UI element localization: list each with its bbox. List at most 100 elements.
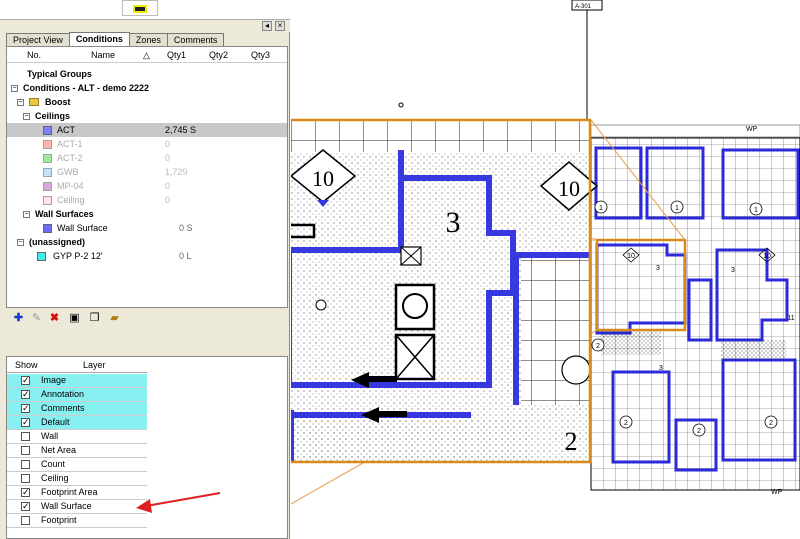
- layer-name: Footprint: [41, 515, 77, 525]
- layer-row: Count: [7, 458, 147, 472]
- layer-row: ✓ Footprint Area: [7, 486, 147, 500]
- conditions-tree: No. Name △ Qty1 Qty2 Qty3 Typical Groups…: [6, 46, 288, 308]
- layer-visibility-checkbox[interactable]: ✓: [21, 376, 30, 385]
- tree-row-ceiling-item[interactable]: Ceiling 0: [7, 193, 287, 207]
- layer-name: Net Area: [41, 445, 77, 455]
- tree-row-wall-surface[interactable]: Wall Surface 0 S: [7, 221, 287, 235]
- layer-row: Wall: [7, 430, 147, 444]
- plan-room-number: 1: [675, 205, 679, 212]
- layer-visibility-checkbox[interactable]: ✓: [21, 502, 30, 511]
- conditions-toolbar: ✚ ✎ ✖ ▣ ❐ ▰: [6, 310, 288, 328]
- layer-row: Net Area: [7, 444, 147, 458]
- delete-condition-icon[interactable]: ✖: [48, 312, 61, 325]
- layer-name: Footprint Area: [41, 487, 98, 497]
- layer-visibility-checkbox[interactable]: [21, 474, 30, 483]
- layer-name: Wall: [41, 431, 59, 441]
- tree-row-ceiling-item[interactable]: ACT-2 0: [7, 151, 287, 165]
- add-condition-icon[interactable]: ✚: [12, 312, 25, 325]
- condition-color-swatch: [37, 252, 46, 261]
- plan-room-number: 2: [769, 420, 773, 427]
- collapse-icon[interactable]: −: [17, 239, 24, 246]
- tree-row-ceiling-item[interactable]: MP-04 0: [7, 179, 287, 193]
- sheet-tag: A-301: [575, 4, 592, 10]
- tree-row-ceiling-item[interactable]: ACT-1 0: [7, 137, 287, 151]
- plan-room-number: 1: [599, 205, 603, 212]
- col-no[interactable]: No.: [27, 50, 41, 60]
- tab-zones[interactable]: Zones: [128, 33, 168, 46]
- layer-name: Image: [41, 375, 67, 385]
- condition-properties-icon[interactable]: ▣: [68, 312, 81, 325]
- plan-room-number: 1: [754, 207, 758, 214]
- col-qty1[interactable]: Qty1: [167, 50, 186, 60]
- tree-row-boost[interactable]: − Boost: [7, 95, 287, 109]
- page-thumbnail[interactable]: [122, 0, 158, 16]
- layer-row: ✓ Wall Surface: [7, 500, 147, 514]
- condition-name: GWB: [57, 167, 79, 177]
- col-qty3[interactable]: Qty3: [251, 50, 270, 60]
- zoom-room-number: 10: [558, 176, 580, 201]
- tab-comments[interactable]: Comments: [166, 33, 225, 46]
- layer-visibility-checkbox[interactable]: ✓: [21, 404, 30, 413]
- layer-visibility-checkbox[interactable]: ✓: [21, 488, 30, 497]
- col-qty2[interactable]: Qty2: [209, 50, 228, 60]
- plan-room-number: 11: [787, 315, 794, 322]
- condition-name: ACT: [57, 125, 75, 135]
- close-icon[interactable]: ×: [275, 21, 285, 31]
- tree-row-ceiling-item[interactable]: ACT 2,745 S: [7, 123, 287, 137]
- layers-header: Show Layer: [7, 359, 147, 373]
- layer-name: Comments: [41, 403, 85, 413]
- condition-color-swatch: [43, 154, 52, 163]
- condition-color-swatch: [43, 224, 52, 233]
- layer-name: Ceiling: [41, 473, 69, 483]
- zoom-room-number: 10: [312, 166, 334, 191]
- layer-row: Ceiling: [7, 472, 147, 486]
- tree-row-ceiling-item[interactable]: GWB 1,729: [7, 165, 287, 179]
- copy-condition-icon[interactable]: ❐: [88, 312, 101, 325]
- layer-row: ✓ Default: [7, 416, 147, 430]
- wp-top-label: WP: [746, 126, 758, 133]
- edit-condition-icon[interactable]: ✎: [30, 312, 43, 325]
- collapse-icon[interactable]: −: [23, 211, 30, 218]
- collapse-icon[interactable]: −: [11, 85, 18, 92]
- layer-row: Footprint: [7, 514, 147, 528]
- tab-project-view[interactable]: Project View: [6, 33, 70, 46]
- layer-name: Wall Surface: [41, 501, 92, 511]
- plan-room-number: 3: [656, 265, 660, 272]
- dock-pin-icon[interactable]: ◂: [262, 21, 272, 31]
- tree-row-unassigned[interactable]: − (unassigned): [7, 235, 287, 249]
- layer-visibility-checkbox[interactable]: [21, 460, 30, 469]
- layer-visibility-checkbox[interactable]: [21, 516, 30, 525]
- zoom-inset: 10 10 3 2 2: [291, 118, 599, 464]
- plan-room-number: 2: [697, 428, 701, 435]
- tab-conditions[interactable]: Conditions: [68, 32, 130, 46]
- layer-visibility-checkbox[interactable]: ✓: [21, 418, 30, 427]
- layer-visibility-checkbox[interactable]: [21, 446, 30, 455]
- layer-row: ✓ Comments: [7, 402, 147, 416]
- tree-row-wall-surfaces[interactable]: − Wall Surfaces: [7, 207, 287, 221]
- zoom-room-number: 2: [565, 427, 578, 456]
- conditions-column-headers: No. Name △ Qty1 Qty2 Qty3: [7, 47, 287, 63]
- tree-row-ceilings[interactable]: − Ceilings: [7, 109, 287, 123]
- tree-row-gyp[interactable]: GYP P-2 12' 0 L: [7, 249, 287, 263]
- thumbnail-strip: [0, 0, 290, 20]
- tree-row-typical-groups[interactable]: Typical Groups: [7, 67, 287, 81]
- condition-color-swatch: [43, 182, 52, 191]
- condition-qty1: 0: [165, 139, 171, 149]
- col-name[interactable]: Name: [91, 50, 115, 60]
- layer-name: Count: [41, 459, 66, 469]
- condition-name: Ceiling: [57, 195, 85, 205]
- drawing-canvas[interactable]: 1 1 1 10 10 3 3 2 2 2 2 3 11 WP WP 10 10…: [291, 0, 800, 539]
- layer-name: Annotation: [41, 389, 85, 399]
- collapse-icon[interactable]: −: [23, 113, 30, 120]
- layer-row: ✓ Image: [7, 374, 147, 388]
- plan-overview: 1 1 110 103 322 22311 WP WP: [590, 124, 800, 496]
- layer-visibility-checkbox[interactable]: ✓: [21, 390, 30, 399]
- open-folder-icon[interactable]: ▰: [108, 312, 121, 325]
- collapse-icon[interactable]: −: [17, 99, 24, 106]
- layer-visibility-checkbox[interactable]: [21, 432, 30, 441]
- tree-row-conditions-root[interactable]: − Conditions - ALT - demo 2222: [7, 81, 287, 95]
- folder-icon: [29, 98, 39, 106]
- condition-qty1: 0: [165, 195, 171, 205]
- layer-row: ✓ Annotation: [7, 388, 147, 402]
- plan-room-number: 10: [627, 253, 635, 260]
